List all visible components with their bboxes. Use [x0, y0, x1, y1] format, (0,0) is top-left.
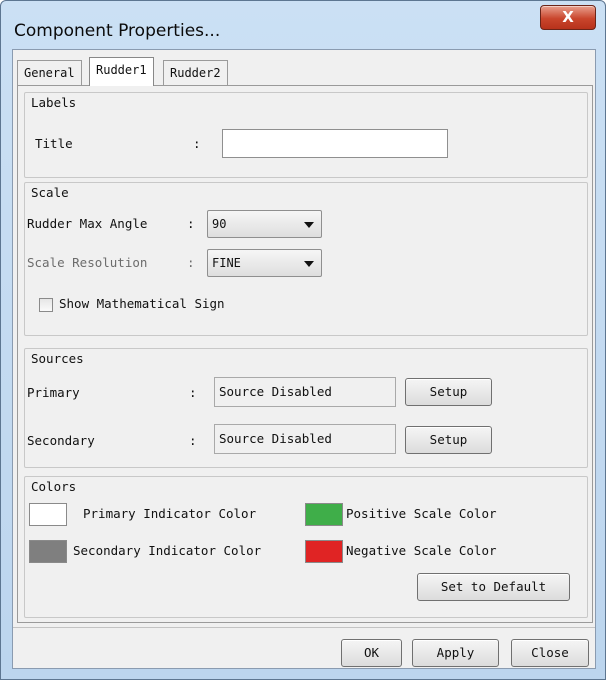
secondary-indicator-label: Secondary Indicator Color: [73, 543, 262, 558]
negative-scale-swatch[interactable]: [305, 540, 343, 563]
scale-group-title: Scale: [29, 185, 71, 200]
primary-indicator-swatch[interactable]: [29, 503, 67, 526]
chevron-down-icon: [304, 261, 314, 267]
primary-setup-button[interactable]: Setup: [405, 378, 492, 406]
title-input[interactable]: [222, 129, 448, 158]
window-title: Component Properties...: [14, 21, 221, 41]
labels-group-title: Labels: [29, 95, 79, 110]
max-angle-label: Rudder Max Angle: [27, 216, 148, 231]
math-sign-checkbox[interactable]: [39, 298, 53, 312]
sources-group-title: Sources: [29, 351, 86, 366]
resolution-label: Scale Resolution: [27, 255, 148, 270]
primary-label: Primary: [27, 385, 80, 400]
positive-scale-swatch[interactable]: [305, 503, 343, 526]
chevron-down-icon: [304, 222, 314, 228]
close-button[interactable]: Close: [511, 639, 589, 667]
window-close-button[interactable]: X: [540, 5, 596, 30]
resolution-select[interactable]: FINE: [207, 249, 322, 277]
ok-button[interactable]: OK: [341, 639, 402, 667]
secondary-source-field[interactable]: Source Disabled: [214, 424, 396, 454]
negative-scale-label: Negative Scale Color: [346, 543, 497, 558]
footer-divider: [13, 627, 595, 628]
primary-source-field[interactable]: Source Disabled: [214, 377, 396, 407]
tab-rudder2[interactable]: Rudder2: [163, 60, 228, 85]
positive-scale-label: Positive Scale Color: [346, 506, 497, 521]
resolution-value: FINE: [212, 256, 241, 270]
tab-general[interactable]: General: [17, 60, 82, 85]
secondary-setup-button[interactable]: Setup: [405, 426, 492, 454]
max-angle-value: 90: [212, 217, 227, 231]
max-angle-colon: :: [187, 216, 195, 231]
tab-rudder1[interactable]: Rudder1: [89, 57, 154, 86]
max-angle-select[interactable]: 90: [207, 210, 322, 238]
resolution-colon: :: [187, 255, 195, 270]
math-sign-label: Show Mathematical Sign: [59, 296, 225, 311]
title-label: Title: [35, 136, 73, 151]
secondary-label: Secondary: [27, 433, 95, 448]
primary-indicator-label: Primary Indicator Color: [83, 506, 257, 521]
primary-colon: :: [189, 385, 197, 400]
sources-group: Sources Primary : Source Disabled Setup …: [24, 348, 588, 468]
labels-group: Labels Title :: [24, 92, 588, 178]
secondary-indicator-swatch[interactable]: [29, 540, 67, 563]
apply-button[interactable]: Apply: [412, 639, 499, 667]
colors-group: Colors Primary Indicator Color Positive …: [24, 476, 588, 618]
secondary-colon: :: [189, 433, 197, 448]
colors-group-title: Colors: [29, 479, 79, 494]
scale-group: Scale Rudder Max Angle : 90 Scale Resolu…: [24, 182, 588, 336]
tab-panel-rudder1: Labels Title : Scale Rudder Max Angle : …: [17, 85, 593, 623]
set-default-button[interactable]: Set to Default: [417, 573, 570, 601]
properties-window: Component Properties... X General Rudder…: [0, 0, 606, 680]
title-colon: :: [193, 136, 201, 151]
dialog-client-area: General Rudder1 Rudder2 Labels Title : S…: [12, 49, 596, 669]
